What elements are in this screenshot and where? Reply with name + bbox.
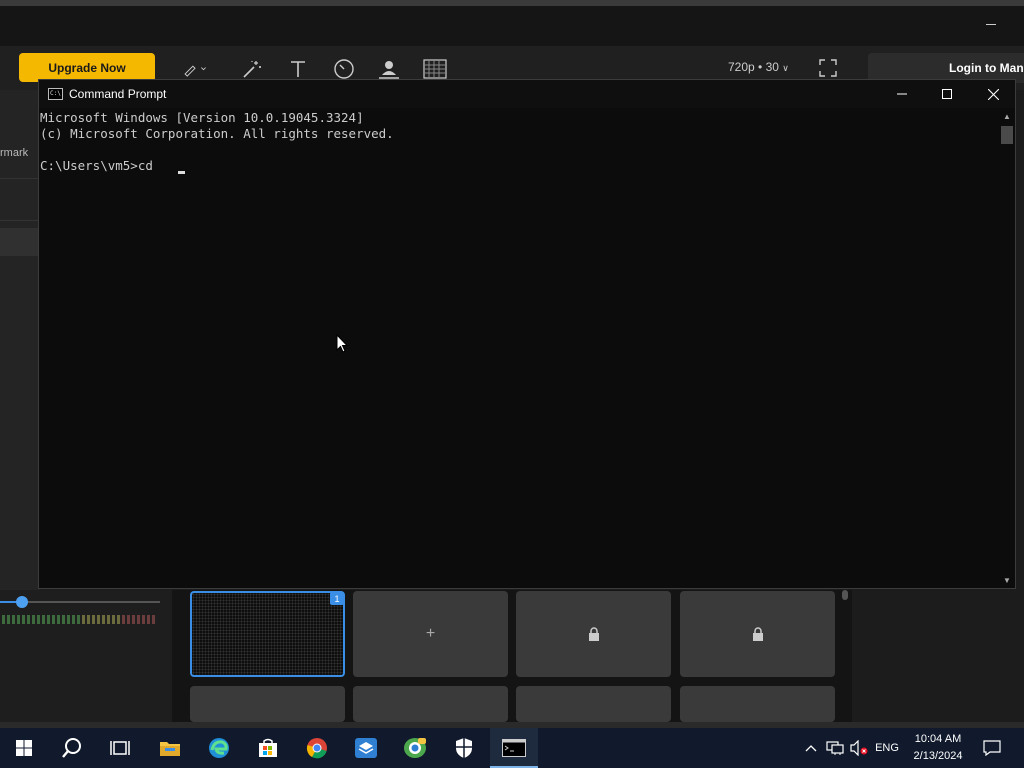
network-button[interactable] <box>824 728 846 768</box>
file-explorer-icon <box>160 742 180 756</box>
taskbar-clock[interactable]: 10:04 AM 2/13/2024 <box>902 731 974 765</box>
start-button[interactable] <box>0 728 48 768</box>
task-view-button[interactable] <box>96 728 144 768</box>
security-button[interactable] <box>440 728 488 768</box>
fullscreen-icon[interactable] <box>818 58 838 78</box>
scene-grid: 1 + <box>172 590 852 728</box>
app-minimize-icon[interactable] <box>986 24 996 25</box>
console-scrollbar[interactable]: ▲ ▼ <box>999 110 1015 588</box>
mail-app-button[interactable] <box>342 728 390 768</box>
clock-time: 10:04 AM <box>914 733 962 745</box>
webcam-person-icon[interactable] <box>377 57 401 81</box>
locked-scene[interactable] <box>190 686 345 722</box>
network-icon <box>826 741 844 755</box>
mail-icon <box>355 738 377 758</box>
resolution-select[interactable]: 720p • 30 ∨ <box>728 60 789 74</box>
action-center-button[interactable] <box>980 728 1004 768</box>
maximize-icon <box>942 89 952 99</box>
audio-level-meter <box>2 615 155 624</box>
command-prompt-icon <box>502 739 526 757</box>
divider <box>0 220 40 221</box>
left-panel <box>0 90 40 590</box>
watermark-label[interactable]: rmark <box>0 147 28 159</box>
console-output[interactable]: Microsoft Windows [Version 10.0.19045.33… <box>40 110 998 588</box>
command-prompt-window[interactable]: C:\ Command Prompt Microsoft Windows [Ve… <box>38 79 1016 589</box>
volume-slider-handle[interactable] <box>16 596 28 608</box>
windows-start-icon <box>16 740 32 756</box>
recorder-app-button[interactable] <box>391 728 439 768</box>
console-line: (c) Microsoft Corporation. All rights re… <box>40 126 394 141</box>
text-cursor <box>178 171 185 174</box>
left-panel-selected-item[interactable] <box>0 228 40 256</box>
resolution-value: 720p • 30 <box>728 60 779 74</box>
window-title: Command Prompt <box>69 87 167 101</box>
show-hidden-icons-button[interactable] <box>802 728 820 768</box>
locked-scene[interactable] <box>680 686 835 722</box>
clock-date: 2/13/2024 <box>913 750 963 762</box>
file-explorer-button[interactable] <box>146 728 194 768</box>
command-prompt-taskbar-button[interactable] <box>490 728 538 768</box>
volume-button[interactable] <box>848 728 870 768</box>
add-scene-button[interactable]: + <box>353 591 508 677</box>
speaker-muted-icon <box>850 740 868 756</box>
scene-number-badge: 1 <box>330 592 344 605</box>
recorder-app-icon <box>404 738 426 758</box>
upgrade-now-button[interactable]: Upgrade Now <box>19 53 155 82</box>
chrome-button[interactable] <box>293 728 341 768</box>
console-prompt-line: C:\Users\vm5>cd <box>40 158 153 173</box>
audio-controls <box>0 590 172 728</box>
text-tool-icon[interactable] <box>286 57 310 81</box>
store-button[interactable] <box>244 728 292 768</box>
lock-icon <box>588 627 599 641</box>
minimize-icon <box>897 93 907 95</box>
magic-wand-icon[interactable] <box>240 57 264 81</box>
minimize-button[interactable] <box>879 80 925 108</box>
scene-1[interactable]: 1 <box>190 591 345 677</box>
taskbar: ENG 10:04 AM 2/13/2024 <box>0 728 1024 768</box>
scrollbar-thumb[interactable] <box>1001 126 1013 144</box>
task-view-icon <box>110 741 130 755</box>
divider <box>0 178 40 179</box>
notification-icon <box>983 740 1001 756</box>
console-line: Microsoft Windows [Version 10.0.19045.33… <box>40 110 364 125</box>
timer-icon[interactable] <box>332 57 356 81</box>
cmd-app-icon: C:\ <box>48 88 63 100</box>
close-icon <box>987 88 999 100</box>
right-panel <box>852 590 1024 728</box>
input-language-indicator[interactable]: ENG <box>872 728 902 768</box>
chevron-down-icon: ∨ <box>782 63 789 73</box>
close-button[interactable] <box>970 80 1016 108</box>
search-button[interactable] <box>48 728 96 768</box>
cmd-titlebar[interactable]: C:\ Command Prompt <box>39 80 1015 108</box>
maximize-button[interactable] <box>924 80 970 108</box>
app-titlebar <box>0 6 1024 46</box>
edge-button[interactable] <box>195 728 243 768</box>
mouse-pointer-icon <box>336 334 348 353</box>
pen-icon[interactable] <box>183 57 207 81</box>
mosaic-icon[interactable] <box>423 57 447 81</box>
scroll-down-icon[interactable]: ▼ <box>1002 576 1012 586</box>
locked-scene[interactable] <box>516 591 671 677</box>
scene-scrollbar[interactable] <box>842 590 848 600</box>
shield-icon <box>456 738 472 758</box>
locked-scene[interactable] <box>516 686 671 722</box>
chrome-icon <box>306 738 327 759</box>
store-icon <box>259 738 277 757</box>
scroll-up-icon[interactable]: ▲ <box>1002 112 1012 122</box>
edge-icon <box>209 738 229 758</box>
plus-icon: + <box>425 625 436 642</box>
chevron-up-icon <box>805 745 817 752</box>
locked-scene[interactable] <box>353 686 508 722</box>
locked-scene[interactable] <box>680 591 835 677</box>
search-icon <box>62 738 81 758</box>
lock-icon <box>752 627 763 641</box>
